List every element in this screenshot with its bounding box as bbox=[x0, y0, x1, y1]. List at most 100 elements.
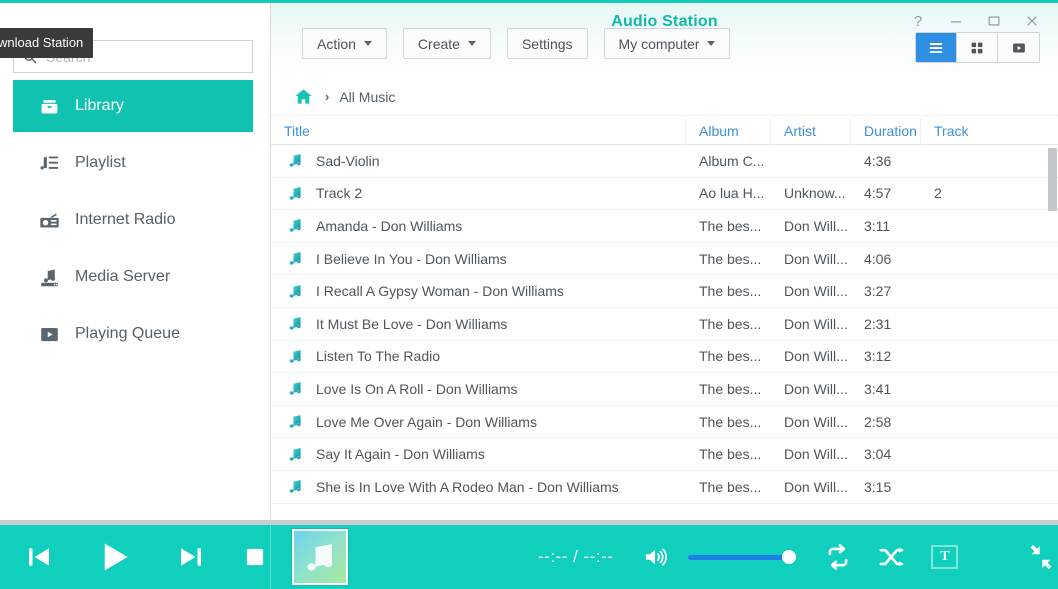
sidebar: Library Playlist bbox=[0, 3, 271, 520]
table-row[interactable]: Say It Again - Don Williams The bes... Don… bbox=[271, 438, 1058, 471]
create-label: Create bbox=[417, 35, 460, 52]
table-row[interactable]: Sad-Violin Album C... 4:36 bbox=[271, 145, 1058, 178]
scrollbar-thumb[interactable] bbox=[1048, 148, 1057, 211]
music-note-icon bbox=[289, 317, 301, 330]
list-icon bbox=[929, 42, 943, 53]
cell-album: The bes... bbox=[699, 446, 762, 463]
cell-artist: Don Will... bbox=[784, 380, 848, 397]
help-icon[interactable]: ? bbox=[910, 13, 926, 29]
sidebar-item-playing-queue[interactable]: Playing Queue bbox=[13, 308, 253, 360]
cell-duration: 3:11 bbox=[864, 217, 891, 234]
collapse-icon bbox=[1030, 544, 1052, 570]
music-note-icon bbox=[289, 219, 301, 233]
table-scrollbar[interactable] bbox=[1047, 145, 1058, 520]
breadcrumb-separator: › bbox=[325, 89, 330, 104]
table-row[interactable]: Track 2 Ao lua H... Unknow... 4:57 2 bbox=[271, 177, 1058, 211]
breadcrumb: › All Music bbox=[271, 78, 1058, 116]
play-view-button[interactable] bbox=[998, 33, 1039, 62]
table-row[interactable]: I Believe In You - Don Williams The bes..… bbox=[271, 242, 1058, 276]
cell-title: She is In Love With A Rodeo Man - Don Wi… bbox=[271, 477, 686, 496]
table-row[interactable]: Listen To The Radio The bes... Don Will...… bbox=[271, 340, 1058, 374]
volume-slider[interactable] bbox=[688, 548, 797, 566]
volume-knob[interactable] bbox=[782, 550, 797, 564]
cell-title bbox=[271, 510, 686, 520]
breadcrumb-current[interactable]: All Music bbox=[339, 89, 395, 105]
column-header-track[interactable]: Track bbox=[921, 117, 988, 145]
my-computer-button[interactable]: My computer bbox=[603, 28, 731, 59]
help-glyph: ? bbox=[913, 12, 923, 30]
column-header-artist[interactable]: Artist bbox=[771, 117, 851, 145]
track-title: It Must Be Love - Don Williams bbox=[316, 315, 508, 332]
album-art-thumbnail[interactable] bbox=[292, 529, 348, 585]
cell-duration: 4:06 bbox=[864, 250, 892, 267]
table-row[interactable]: It Must Be Love - Don Williams The bes...… bbox=[271, 307, 1058, 341]
table-row[interactable] bbox=[271, 503, 1058, 520]
grid-view-button[interactable] bbox=[957, 33, 998, 62]
settings-label: Settings bbox=[521, 35, 573, 52]
time-display: --:-- / --:-- bbox=[538, 547, 614, 566]
music-note-icon bbox=[307, 543, 333, 571]
settings-button[interactable]: Settings bbox=[506, 28, 588, 59]
sidebar-item-media-server[interactable]: Media Server bbox=[13, 251, 253, 303]
lyrics-button[interactable]: T bbox=[931, 545, 959, 569]
cell-album: The bes... bbox=[699, 380, 762, 397]
cell-duration: 2:31 bbox=[864, 315, 892, 332]
music-note-icon bbox=[289, 382, 301, 396]
list-view-button[interactable] bbox=[916, 33, 957, 62]
column-header-duration[interactable]: Duration bbox=[851, 117, 921, 145]
home-icon[interactable] bbox=[294, 87, 313, 106]
repeat-button[interactable] bbox=[823, 542, 853, 572]
media-server-icon bbox=[37, 265, 61, 289]
minimize-icon[interactable] bbox=[948, 13, 964, 29]
column-header-album[interactable]: Album bbox=[686, 117, 771, 145]
table-row[interactable]: I Recall A Gypsy Woman - Don Williams The… bbox=[271, 275, 1058, 308]
table-row[interactable]: Love Is On A Roll - Don Williams The bes.… bbox=[271, 373, 1058, 406]
track-title: Sad-Violin bbox=[316, 152, 380, 169]
window-controls: ? bbox=[910, 13, 1040, 29]
cell-track: 2 bbox=[934, 185, 942, 202]
track-title: I Recall A Gypsy Woman - Don Williams bbox=[316, 283, 564, 300]
action-button[interactable]: Action bbox=[302, 28, 387, 59]
stop-icon bbox=[246, 548, 264, 566]
cell-title: Love Me Over Again - Don Williams bbox=[271, 412, 686, 431]
cell-album: The bes... bbox=[699, 217, 762, 234]
shuffle-button[interactable] bbox=[877, 542, 907, 572]
track-title: Amanda - Don Williams bbox=[316, 217, 463, 234]
collapse-button[interactable] bbox=[1026, 542, 1056, 572]
next-icon bbox=[181, 548, 201, 566]
volume-icon[interactable] bbox=[643, 546, 669, 568]
sidebar-item-playlist[interactable]: Playlist bbox=[13, 137, 253, 189]
play-icon bbox=[104, 543, 128, 571]
next-button[interactable] bbox=[176, 542, 206, 572]
table-header-row: Title Album Artist Duration Track bbox=[271, 117, 1058, 145]
maximize-icon[interactable] bbox=[986, 13, 1002, 29]
sidebar-item-library[interactable]: Library bbox=[13, 80, 253, 132]
close-icon[interactable] bbox=[1024, 13, 1040, 29]
music-note-icon bbox=[289, 415, 301, 428]
cell-album: The bes... bbox=[699, 348, 762, 365]
sidebar-item-internet-radio[interactable]: Internet Radio bbox=[13, 194, 253, 246]
cell-title: I Recall A Gypsy Woman - Don Williams bbox=[271, 282, 686, 301]
track-title: Love Me Over Again - Don Williams bbox=[316, 413, 537, 430]
player-bar: --:-- / --:-- T bbox=[0, 525, 1058, 589]
cell-album: The bes... bbox=[699, 315, 762, 332]
repeat-icon bbox=[828, 544, 848, 570]
cell-artist: Don Will... bbox=[784, 413, 848, 430]
my-computer-label: My computer bbox=[618, 35, 700, 52]
create-button[interactable]: Create bbox=[402, 28, 491, 59]
cell-artist: Don Will... bbox=[784, 250, 848, 267]
stop-button[interactable] bbox=[242, 544, 268, 570]
music-note-icon bbox=[289, 154, 301, 167]
column-header-title[interactable]: Title bbox=[271, 117, 686, 145]
music-note-icon bbox=[289, 284, 301, 298]
music-note-icon bbox=[289, 252, 301, 265]
table-row[interactable]: Love Me Over Again - Don Williams The bes… bbox=[271, 405, 1058, 439]
play-box-icon bbox=[1012, 43, 1025, 52]
toolbar: Action Create Settings My computer bbox=[302, 28, 731, 59]
previous-button[interactable] bbox=[24, 542, 54, 572]
play-button[interactable] bbox=[96, 538, 134, 576]
table-row[interactable]: She is In Love With A Rodeo Man - Don Wi… bbox=[271, 470, 1058, 504]
cell-duration: 2:58 bbox=[864, 413, 892, 430]
table-row[interactable]: Amanda - Don Williams The bes... Don Will.… bbox=[271, 210, 1058, 243]
cell-duration: 3:12 bbox=[864, 348, 892, 365]
